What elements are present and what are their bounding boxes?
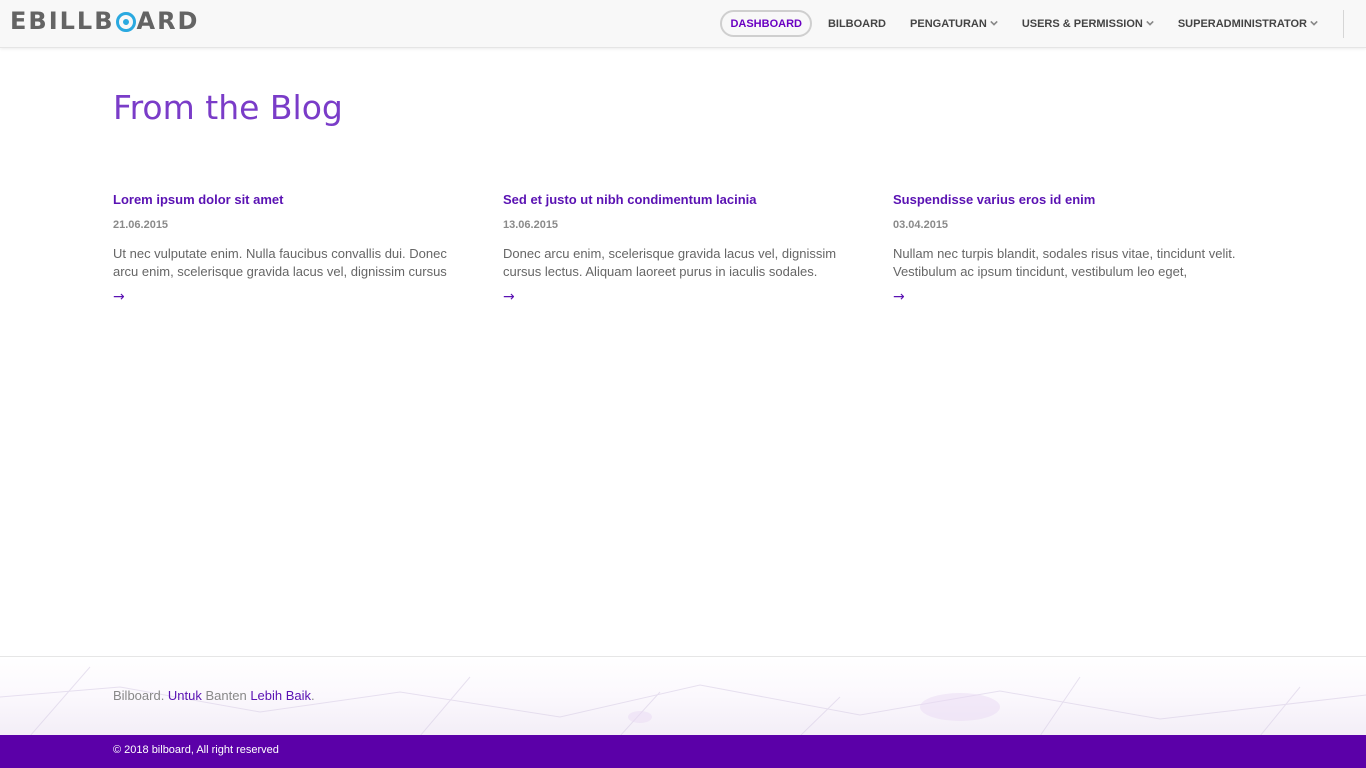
nav-bilboard[interactable]: BILBOARD [820, 10, 894, 37]
tagline-part: . [311, 688, 315, 703]
nav-dashboard-label: DASHBOARD [730, 17, 802, 30]
nav-divider [1343, 10, 1344, 38]
post-excerpt: Nullam nec turpis blandit, sodales risus… [893, 246, 1236, 279]
chevron-down-icon [1310, 20, 1318, 26]
chevron-down-icon [1146, 20, 1154, 26]
nav-pengaturan[interactable]: PENGATURAN [902, 10, 1006, 37]
post-title-link[interactable]: Sed et justo ut nibh condimentum lacinia [503, 192, 863, 207]
tagline-highlight: Untuk [167, 688, 202, 703]
blog-post: Suspendisse varius eros id enim 03.04.20… [893, 192, 1253, 305]
tagline-part: Bilboard. [113, 688, 168, 703]
main-nav: DASHBOARD BILBOARD PENGATURAN USERS & PE… [720, 10, 1326, 37]
footer-bar: © 2018 bilboard, All right reserved [0, 735, 1366, 768]
top-navbar: EBILLB ARD DASHBOARD BILBOARD PENGATURAN… [0, 0, 1366, 48]
logo-o-icon [115, 12, 136, 32]
read-more-arrow-icon[interactable]: → [893, 289, 1253, 305]
chevron-down-icon [990, 20, 998, 26]
copyright-text: © 2018 bilboard, All right reserved [113, 744, 279, 756]
footer-top: Bilboard. Untuk Banten Lebih Baik. [0, 656, 1366, 736]
tagline-highlight: Lebih Baik [250, 688, 312, 703]
nav-users-permission[interactable]: USERS & PERMISSION [1014, 10, 1162, 37]
post-title-link[interactable]: Suspendisse varius eros id enim [893, 192, 1253, 207]
blog-post: Sed et justo ut nibh condimentum lacinia… [503, 192, 863, 305]
read-more-arrow-icon[interactable]: → [113, 289, 473, 305]
tagline-part: Banten [201, 688, 251, 703]
nav-dashboard[interactable]: DASHBOARD [720, 10, 812, 37]
post-excerpt: Donec arcu enim, scelerisque gravida lac… [503, 246, 837, 279]
post-date: 21.06.2015 [113, 219, 169, 231]
nav-superadministrator[interactable]: SUPERADMINISTRATOR [1170, 10, 1326, 37]
logo-text-prefix: EBILLB [10, 7, 115, 35]
post-date: 03.04.2015 [893, 219, 949, 231]
read-more-arrow-icon[interactable]: → [503, 289, 863, 305]
nav-bilboard-label: BILBOARD [827, 17, 887, 30]
post-date: 13.06.2015 [503, 219, 559, 231]
blog-heading: From the Blog [113, 88, 343, 127]
post-excerpt: Ut nec vulputate enim. Nulla faucibus co… [113, 246, 447, 279]
ebillboard-logo[interactable]: EBILLB ARD [10, 7, 199, 35]
logo-text-suffix: ARD [136, 7, 200, 35]
nav-superadministrator-label: SUPERADMINISTRATOR [1177, 17, 1307, 30]
nav-users-permission-label: USERS & PERMISSION [1021, 17, 1143, 30]
post-title-link[interactable]: Lorem ipsum dolor sit amet [113, 192, 473, 207]
footer-tagline: Bilboard. Untuk Banten Lebih Baik. [113, 688, 315, 703]
blog-post: Lorem ipsum dolor sit amet 21.06.2015 Ut… [113, 192, 473, 305]
nav-pengaturan-label: PENGATURAN [910, 17, 987, 30]
